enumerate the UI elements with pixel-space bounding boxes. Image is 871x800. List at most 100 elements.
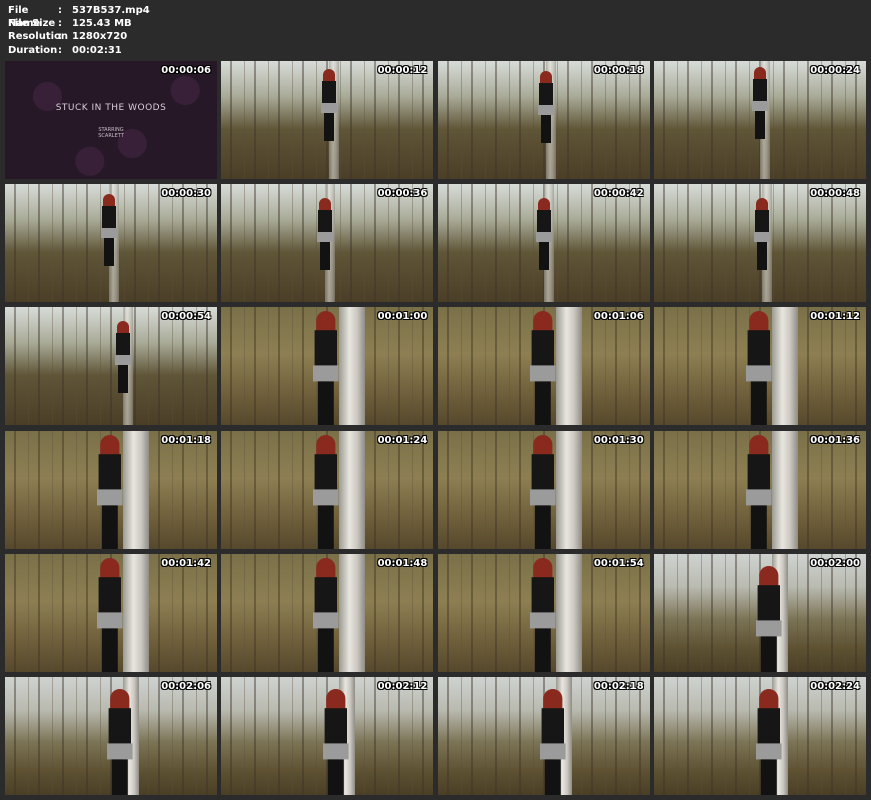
resolution-value: 1280x720 <box>72 31 128 43</box>
birch-tree-trunk <box>555 430 582 549</box>
thumbnail-timestamp: 00:00:12 <box>377 65 428 76</box>
video-thumbnail[interactable]: 00:00:54 <box>5 307 217 426</box>
separator: : <box>58 5 62 16</box>
video-thumbnail[interactable]: 00:00:42 <box>437 184 650 303</box>
thumbnail-timestamp: 00:00:54 <box>161 311 211 323</box>
duration-value: 00:02:31 <box>72 44 122 56</box>
birch-tree-trunk <box>123 430 149 549</box>
thumbnail-timestamp: 00:00:06 <box>161 65 211 76</box>
thumbnail-timestamp: 00:02:12 <box>377 680 428 692</box>
thumbnail-timestamp: 00:01:54 <box>593 557 644 569</box>
file-size-row: File Size : 125.43 MB <box>8 17 150 30</box>
person-figure <box>323 688 349 795</box>
person-figure <box>539 688 566 795</box>
person-figure <box>537 71 554 143</box>
thumbnail-grid: STUCK IN THE WOODS STARRING SCARLETT 00:00:… <box>5 61 866 795</box>
thumbnail-timestamp: 00:02:00 <box>810 557 860 569</box>
thumbnail-timestamp: 00:01:48 <box>377 557 428 569</box>
file-size-label: File Size <box>8 18 56 30</box>
file-info-header: File Name : 537B537.mp4 File Size : 125.… <box>8 4 150 57</box>
person-figure <box>753 198 770 271</box>
file-name-value: 537B537.mp4 <box>72 5 150 16</box>
title-card-title: STUCK IN THE WOODS <box>55 103 167 113</box>
thumbnail-timestamp: 00:01:36 <box>810 434 860 446</box>
thumbnail-timestamp: 00:00:24 <box>810 65 860 76</box>
birch-tree-trunk <box>771 307 798 426</box>
birch-tree-trunk <box>771 430 798 549</box>
thumbnail-timestamp: 00:02:18 <box>593 680 644 692</box>
thumbnail-timestamp: 00:01:30 <box>593 434 644 446</box>
video-thumbnail[interactable]: 00:00:30 <box>5 184 217 303</box>
person-figure <box>313 557 339 672</box>
video-thumbnail[interactable]: 00:02:06 <box>5 676 217 795</box>
separator: : <box>58 31 62 43</box>
separator: : <box>58 44 62 56</box>
thumbnail-timestamp: 00:02:24 <box>810 680 860 692</box>
video-thumbnail[interactable]: 00:01:12 <box>653 307 866 426</box>
separator: : <box>58 18 62 30</box>
birch-tree-trunk <box>123 553 149 672</box>
person-figure <box>529 557 556 672</box>
thumbnail-timestamp: 00:01:12 <box>810 311 860 323</box>
person-figure <box>115 321 131 394</box>
person-figure <box>535 198 552 271</box>
starring-name: SCARLETT <box>98 133 124 139</box>
video-thumbnail[interactable]: 00:00:24 <box>653 61 866 179</box>
video-thumbnail[interactable]: 00:00:36 <box>221 184 434 303</box>
person-figure <box>317 198 334 271</box>
birch-tree-trunk <box>339 307 366 426</box>
person-figure <box>313 311 339 426</box>
video-thumbnail[interactable]: 00:01:42 <box>5 553 217 672</box>
resolution-row: Resolution : 1280x720 <box>8 30 150 43</box>
thumbnail-timestamp: 00:00:36 <box>377 188 428 200</box>
birch-tree-trunk <box>555 307 582 426</box>
person-figure <box>529 434 556 549</box>
person-figure <box>321 69 338 141</box>
thumbnail-timestamp: 00:02:06 <box>161 680 211 692</box>
person-figure <box>745 311 772 426</box>
thumbnail-timestamp: 00:00:30 <box>161 188 211 200</box>
file-name-label: File Name <box>8 5 41 30</box>
person-figure <box>751 67 768 139</box>
title-card-credits: STARRING SCARLETT <box>5 127 217 139</box>
video-thumbnail[interactable]: 00:01:00 <box>221 307 434 426</box>
video-thumbnail[interactable]: 00:02:18 <box>437 676 650 795</box>
thumbnail-timestamp: 00:00:18 <box>593 65 644 76</box>
thumbnail-timestamp: 00:01:18 <box>161 434 211 446</box>
person-figure <box>755 565 782 672</box>
person-figure <box>97 557 123 672</box>
thumbnail-timestamp: 00:01:06 <box>593 311 644 323</box>
video-thumbnail[interactable]: 00:01:24 <box>221 430 434 549</box>
birch-tree-trunk <box>555 553 582 672</box>
duration-row: Duration : 00:02:31 <box>8 44 150 57</box>
resolution-label: Resolution <box>8 31 69 43</box>
thumbnail-timestamp: 00:01:00 <box>377 311 428 323</box>
video-thumbnail[interactable]: 00:01:54 <box>437 553 650 672</box>
thumbnail-timestamp: 00:01:42 <box>161 557 211 569</box>
birch-tree-trunk <box>339 430 366 549</box>
forest-background <box>5 307 217 426</box>
file-size-value: 125.43 MB <box>72 18 132 30</box>
video-thumbnail[interactable]: 00:02:12 <box>221 676 434 795</box>
video-thumbnail[interactable]: 00:00:12 <box>221 61 434 179</box>
duration-label: Duration <box>8 44 58 56</box>
video-thumbnail[interactable]: 00:01:06 <box>437 307 650 426</box>
birch-tree-trunk <box>339 553 366 672</box>
person-figure <box>745 434 772 549</box>
video-thumbnail[interactable]: 00:01:30 <box>437 430 650 549</box>
video-thumbnail[interactable]: 00:02:24 <box>653 676 866 795</box>
video-thumbnail[interactable]: 00:00:18 <box>437 61 650 179</box>
person-figure <box>107 688 133 795</box>
person-figure <box>97 434 123 549</box>
video-thumbnail[interactable]: 00:01:48 <box>221 553 434 672</box>
person-figure <box>529 311 556 426</box>
video-thumbnail[interactable]: 00:01:36 <box>653 430 866 549</box>
thumbnail-timestamp: 00:00:42 <box>593 188 644 200</box>
video-thumbnail[interactable]: 00:01:18 <box>5 430 217 549</box>
video-thumbnail[interactable]: 00:02:00 <box>653 553 866 672</box>
thumbnail-timestamp: 00:00:48 <box>810 188 860 200</box>
thumbnail-timestamp: 00:01:24 <box>377 434 428 446</box>
person-figure <box>313 434 339 549</box>
video-thumbnail[interactable]: 00:00:48 <box>653 184 866 303</box>
video-thumbnail[interactable]: STUCK IN THE WOODS STARRING SCARLETT 00:00:… <box>5 61 217 179</box>
